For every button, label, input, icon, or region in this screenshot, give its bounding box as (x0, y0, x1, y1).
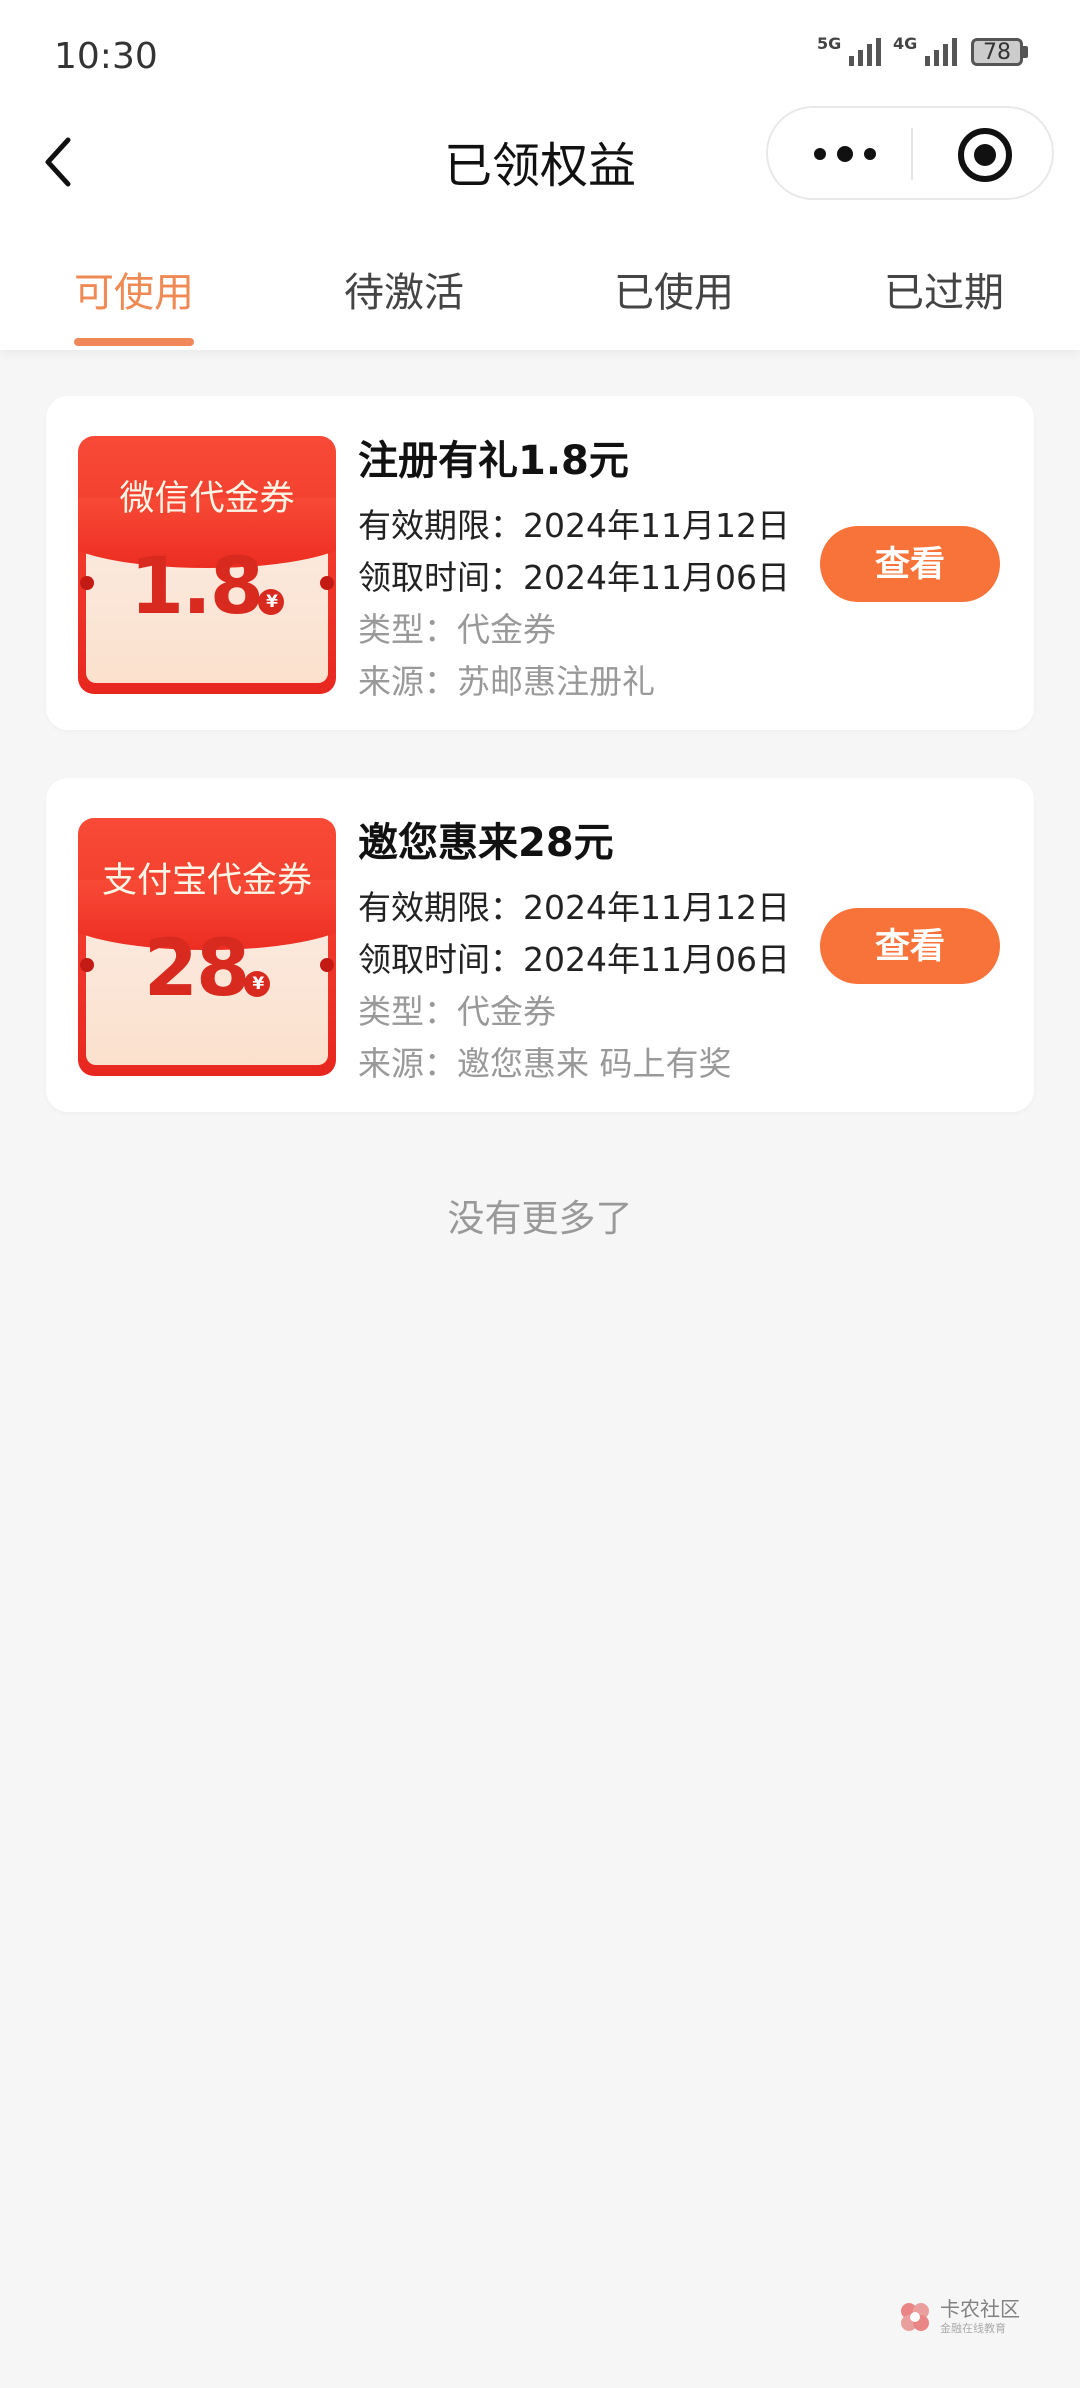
mini-program-capsule (766, 106, 1054, 200)
coupon-name: 注册有礼1.8元 (358, 438, 629, 484)
coupon-info: 邀您惠来28元 有效期限：2024年11月12日 领取时间：2024年11月06… (358, 810, 790, 1090)
coupon-valid-date: 有效期限：2024年11月12日 (358, 506, 790, 545)
watermark-name: 卡农社区 (940, 2297, 1020, 2321)
signal-5g-icon: 5G (817, 34, 881, 66)
status-indicators: 5G 4G 78 (817, 34, 1028, 66)
yen-icon: ¥ (258, 588, 285, 615)
coupon-type: 类型：代金券 (358, 992, 556, 1031)
watermark-sub: 金融在线教育 (940, 2322, 1006, 2335)
status-bar: 10:30 5G 4G 78 (0, 0, 1080, 110)
kanong-logo-icon (901, 2303, 929, 2331)
coupon-card[interactable]: 微信代金券 1.8 ¥ 注册有礼1.8元 有效期限：2024年11月12日 领取时… (46, 396, 1034, 730)
coupon-amount: 1.8 ¥ (78, 542, 336, 632)
coupon-name: 邀您惠来28元 (358, 820, 614, 866)
coupon-received-date: 领取时间：2024年11月06日 (358, 940, 790, 979)
signal-4g-icon: 4G (893, 34, 957, 66)
coupon-badge-title: 微信代金券 (119, 479, 295, 519)
status-tabs: 可使用 待激活 已使用 已过期 (0, 230, 1080, 350)
capsule-divider (911, 128, 913, 180)
coupon-received-date: 领取时间：2024年11月06日 (358, 558, 790, 597)
coupon-amount: 28 ¥ (78, 924, 336, 1014)
coupon-card[interactable]: 支付宝代金券 28 ¥ 邀您惠来28元 有效期限：2024年11月12日 领取时间… (46, 778, 1034, 1112)
status-time: 10:30 (54, 36, 158, 77)
coupon-badge: 支付宝代金券 28 ¥ (78, 818, 336, 1076)
active-tab-indicator (74, 338, 194, 346)
yen-icon: ¥ (244, 970, 271, 997)
battery-level: 78 (971, 38, 1023, 66)
no-more-text: 没有更多了 (447, 1197, 633, 1240)
tab-available[interactable]: 可使用 (34, 260, 234, 318)
tab-used[interactable]: 已使用 (574, 260, 774, 318)
watermark: 卡农社区 金融在线教育 (898, 2298, 1020, 2336)
close-mini-program-icon[interactable] (956, 126, 1014, 184)
tab-pending-activation[interactable]: 待激活 (304, 260, 504, 318)
coupon-badge-title: 支付宝代金券 (101, 861, 312, 901)
tab-expired[interactable]: 已过期 (844, 260, 1044, 318)
coupon-badge: 微信代金券 1.8 ¥ (78, 436, 336, 694)
coupon-source: 来源：邀您惠来 码上有奖 (358, 1044, 732, 1083)
nav-bar: 已领权益 (0, 106, 1080, 230)
view-button[interactable]: 查看 (820, 908, 1000, 984)
coupon-source: 来源：苏邮惠注册礼 (358, 662, 655, 701)
coupon-type: 类型：代金券 (358, 610, 556, 649)
more-options-icon[interactable] (810, 136, 880, 172)
view-button[interactable]: 查看 (820, 526, 1000, 602)
coupon-valid-date: 有效期限：2024年11月12日 (358, 888, 790, 927)
coupon-info: 注册有礼1.8元 有效期限：2024年11月12日 领取时间：2024年11月0… (358, 428, 790, 708)
battery-icon: 78 (971, 38, 1028, 66)
